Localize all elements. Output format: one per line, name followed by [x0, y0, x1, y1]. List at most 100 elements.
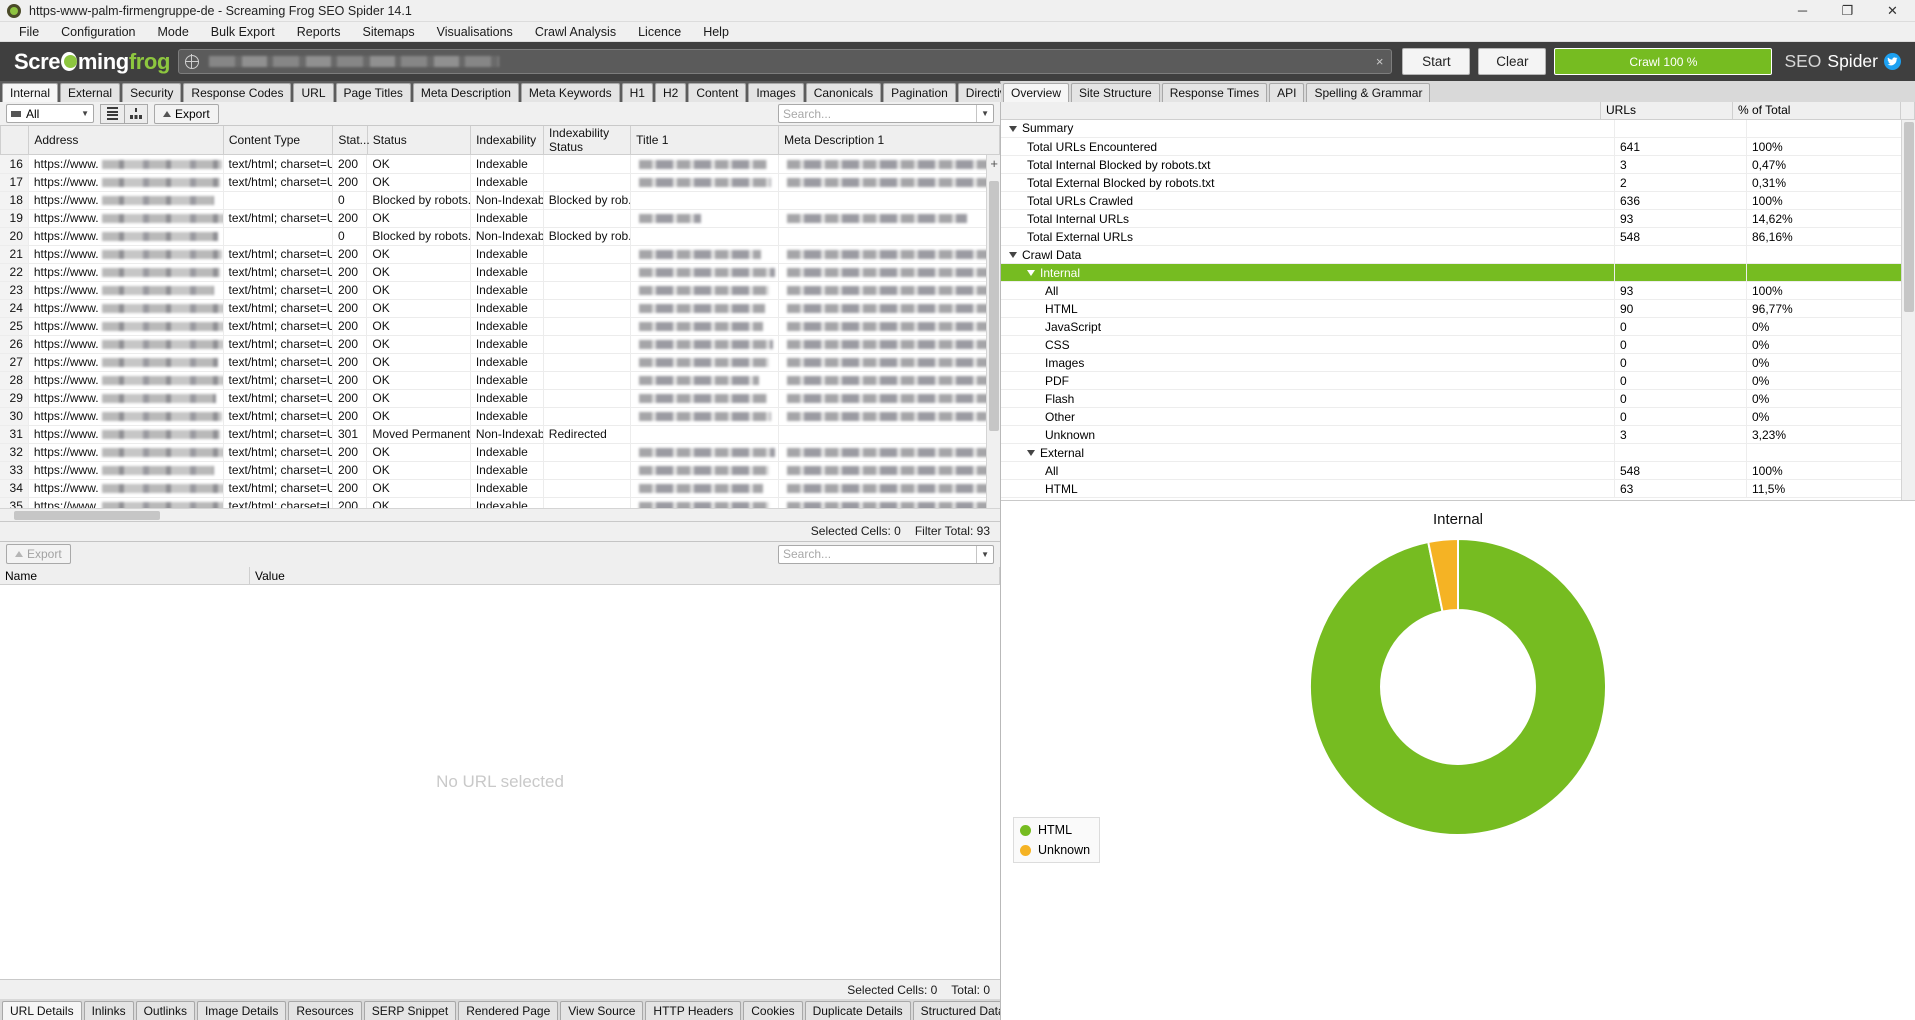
cell-meta-description-1[interactable] [778, 317, 999, 335]
tab-api[interactable]: API [1269, 83, 1304, 102]
scroll-thumb[interactable] [989, 181, 999, 431]
row-number[interactable]: 27 [0, 353, 28, 371]
cell-content-type[interactable]: text/html; charset=U... [223, 299, 332, 317]
cell-status[interactable]: OK [367, 353, 470, 371]
cell-status[interactable]: OK [367, 479, 470, 497]
cell-address[interactable]: https://www. [28, 461, 223, 479]
table-row[interactable]: 24https://www.text/html; charset=U...200… [0, 299, 1000, 317]
cell-address[interactable]: https://www. [28, 281, 223, 299]
list-view-button[interactable] [100, 104, 124, 124]
tab-url[interactable]: URL [293, 83, 333, 102]
cell-indexability[interactable]: Indexable [470, 245, 543, 263]
cell-status-code[interactable]: 200 [332, 173, 366, 191]
cell-status[interactable]: OK [367, 317, 470, 335]
cell-meta-description-1[interactable] [778, 353, 999, 371]
clear-button[interactable]: Clear [1478, 48, 1546, 75]
row-number[interactable]: 21 [0, 245, 28, 263]
tree-view-button[interactable] [124, 104, 148, 124]
minimize-button[interactable]: ─ [1780, 0, 1825, 22]
menu-item-crawl-analysis[interactable]: Crawl Analysis [524, 22, 627, 42]
start-button[interactable]: Start [1402, 48, 1470, 75]
tab-spelling-grammar[interactable]: Spelling & Grammar [1306, 83, 1430, 102]
tab-page-titles[interactable]: Page Titles [336, 83, 411, 102]
cell-content-type[interactable] [223, 191, 332, 209]
menu-item-reports[interactable]: Reports [286, 22, 352, 42]
cell-title-1[interactable] [630, 425, 778, 443]
overview-row-label[interactable]: Flash [1001, 390, 1615, 408]
table-row[interactable]: 34https://www.text/html; charset=U...200… [0, 479, 1000, 497]
table-row[interactable]: 26https://www.text/html; charset=U...200… [0, 335, 1000, 353]
overview-row[interactable]: Total Internal URLs9314,62% [1001, 210, 1915, 228]
cell-status-code[interactable]: 200 [332, 389, 366, 407]
bottom-tab-url-details[interactable]: URL Details [2, 1001, 82, 1020]
overview-row-label[interactable]: All [1001, 462, 1615, 480]
col-address[interactable]: Address [29, 126, 224, 155]
cell-indexability-status[interactable] [543, 299, 630, 317]
cell-status-code[interactable]: 200 [332, 353, 366, 371]
overview-row-label[interactable]: CSS [1001, 336, 1615, 354]
detail-export-button[interactable]: Export [6, 544, 71, 564]
overview-row[interactable]: Images00% [1001, 354, 1915, 372]
cell-meta-description-1[interactable] [778, 263, 999, 281]
overview-row[interactable]: Total External Blocked by robots.txt20,3… [1001, 174, 1915, 192]
cell-address[interactable]: https://www. [28, 263, 223, 281]
cell-title-1[interactable] [630, 263, 778, 281]
cell-meta-description-1[interactable] [778, 461, 999, 479]
cell-meta-description-1[interactable] [778, 479, 999, 497]
cell-indexability-status[interactable]: Redirected [543, 425, 630, 443]
cell-meta-description-1[interactable] [778, 227, 999, 245]
cell-title-1[interactable] [630, 281, 778, 299]
overview-row[interactable]: Total External URLs54886,16% [1001, 228, 1915, 246]
cell-indexability[interactable]: Non-Indexable [470, 425, 543, 443]
cell-status[interactable]: OK [367, 443, 470, 461]
tab-canonicals[interactable]: Canonicals [806, 83, 881, 102]
cell-address[interactable]: https://www. [28, 155, 223, 173]
cell-content-type[interactable]: text/html; charset=U... [223, 443, 332, 461]
close-button[interactable]: ✕ [1870, 0, 1915, 22]
cell-indexability-status[interactable] [543, 371, 630, 389]
col-indexability[interactable]: Indexability [471, 126, 544, 155]
bottom-tab-outlinks[interactable]: Outlinks [136, 1001, 195, 1020]
menu-item-sitemaps[interactable]: Sitemaps [352, 22, 426, 42]
table-row[interactable]: 32https://www.text/html; charset=U...200… [0, 443, 1000, 461]
cell-status[interactable]: OK [367, 371, 470, 389]
chevron-down-icon[interactable] [1009, 252, 1017, 258]
row-number[interactable]: 30 [0, 407, 28, 425]
tab-response-codes[interactable]: Response Codes [183, 83, 291, 102]
cell-meta-description-1[interactable] [778, 425, 999, 443]
col-value[interactable]: Value [250, 567, 1000, 584]
cell-status[interactable]: OK [367, 245, 470, 263]
cell-content-type[interactable]: text/html; charset=U... [223, 245, 332, 263]
table-row[interactable]: 33https://www.text/html; charset=U...200… [0, 461, 1000, 479]
menu-item-visualisations[interactable]: Visualisations [426, 22, 524, 42]
cell-title-1[interactable] [630, 173, 778, 191]
overview-row-label[interactable]: Total URLs Crawled [1001, 192, 1615, 210]
table-row[interactable]: 28https://www.text/html; charset=U...200… [0, 371, 1000, 389]
cell-content-type[interactable]: text/html; charset=U... [223, 353, 332, 371]
cell-meta-description-1[interactable] [778, 155, 999, 173]
chevron-down-icon[interactable] [1009, 126, 1017, 132]
cell-content-type[interactable]: text/html; charset=U... [223, 281, 332, 299]
overview-row[interactable]: Total Internal Blocked by robots.txt30,4… [1001, 156, 1915, 174]
cell-title-1[interactable] [630, 191, 778, 209]
cell-title-1[interactable] [630, 209, 778, 227]
overview-row-label[interactable]: Total URLs Encountered [1001, 138, 1615, 156]
cell-status[interactable]: OK [367, 209, 470, 227]
cell-address[interactable]: https://www. [28, 443, 223, 461]
cell-address[interactable]: https://www. [28, 479, 223, 497]
cell-indexability[interactable]: Indexable [470, 443, 543, 461]
cell-status[interactable]: OK [367, 335, 470, 353]
cell-meta-description-1[interactable] [778, 281, 999, 299]
cell-address[interactable]: https://www. [28, 425, 223, 443]
table-row[interactable]: 21https://www.text/html; charset=U...200… [0, 245, 1000, 263]
cell-status-code[interactable]: 200 [332, 317, 366, 335]
bottom-tab-cookies[interactable]: Cookies [743, 1001, 802, 1020]
cell-content-type[interactable]: text/html; charset=U... [223, 425, 332, 443]
cell-indexability-status[interactable] [543, 389, 630, 407]
row-number[interactable]: 24 [0, 299, 28, 317]
cell-status[interactable]: Moved Permanently [367, 425, 470, 443]
table-row[interactable]: 16https://www.text/html; charset=U...200… [0, 155, 1000, 173]
search-input[interactable]: Search... ▼ [778, 104, 994, 123]
row-number[interactable]: 18 [0, 191, 28, 209]
cell-content-type[interactable]: text/html; charset=U... [223, 155, 332, 173]
